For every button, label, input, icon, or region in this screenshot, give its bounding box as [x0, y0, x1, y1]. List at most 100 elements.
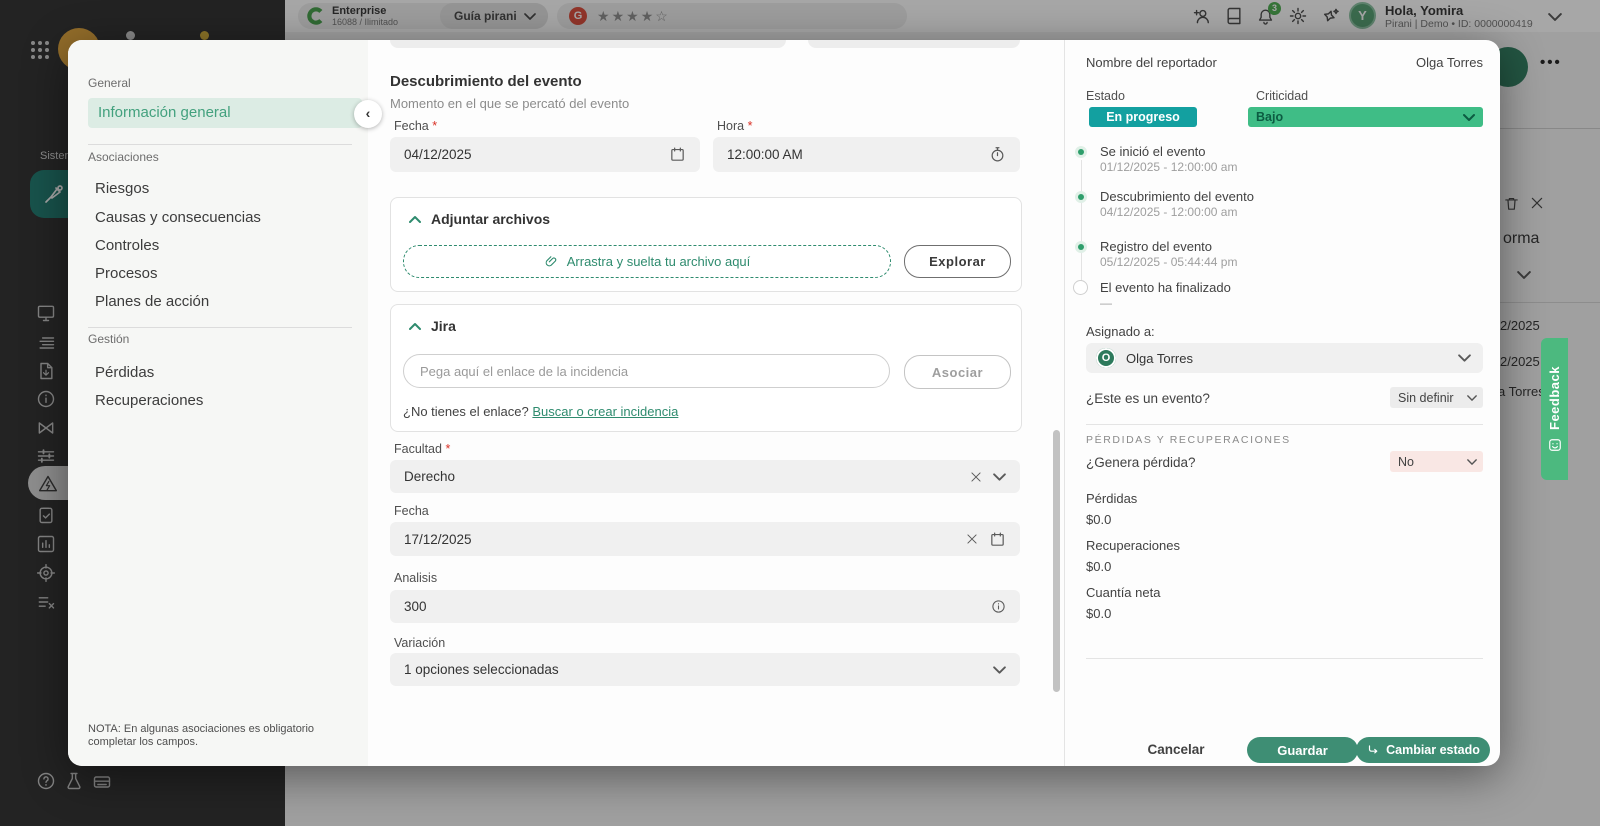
timeline-date: 05/12/2025 - 05:44:44 pm	[1100, 255, 1237, 269]
asignado-select[interactable]: O Olga Torres	[1086, 343, 1483, 373]
timeline-dot-pending	[1073, 280, 1088, 295]
jira-placeholder: Pega aquí el enlace de la incidencia	[420, 364, 628, 379]
genera-label: ¿Genera pérdida?	[1086, 455, 1196, 470]
chevron-down-icon	[1467, 394, 1477, 402]
variacion-select[interactable]: 1 opciones seleccionadas	[390, 653, 1020, 686]
timeline-line	[1081, 160, 1082, 285]
asignado-value: Olga Torres	[1126, 351, 1448, 366]
jira-title: Jira	[431, 318, 456, 334]
timeline-date: 04/12/2025 - 12:00:00 am	[1100, 205, 1237, 219]
nav-item-informacion-general[interactable]: Información general	[88, 98, 362, 128]
jira-help-link[interactable]: Buscar o crear incidencia	[532, 404, 678, 419]
collapse-section-icon[interactable]	[409, 322, 421, 331]
chevron-down-icon[interactable]	[993, 472, 1006, 482]
explorar-button[interactable]: Explorar	[904, 245, 1011, 278]
hora-input[interactable]: 12:00:00 AM	[713, 137, 1020, 172]
chevron-down-icon	[1463, 113, 1475, 122]
change-state-label: Cambiar estado	[1386, 743, 1480, 757]
recuperaciones-label: Recuperaciones	[1086, 538, 1180, 553]
estado-badge: En progreso	[1089, 107, 1197, 127]
hora-value: 12:00:00 AM	[727, 147, 979, 162]
nav-asociaciones-label: Asociaciones	[88, 150, 159, 164]
file-dropzone[interactable]: Arrastra y suelta tu archivo aquí	[403, 245, 891, 278]
assignee-avatar: O	[1096, 348, 1116, 368]
calendar-icon[interactable]	[989, 531, 1006, 548]
smiley-icon	[1548, 438, 1562, 452]
nav-item-riesgos[interactable]: Riesgos	[95, 180, 149, 197]
perdidas-value: $0.0	[1086, 512, 1111, 527]
es-evento-select[interactable]: Sin definir	[1390, 387, 1483, 408]
criticidad-label: Criticidad	[1256, 89, 1308, 103]
info-icon	[991, 599, 1006, 614]
timeline-dot-done	[1075, 146, 1087, 158]
hora-label: Hora *	[717, 119, 752, 133]
timeline-dot-done	[1075, 241, 1087, 253]
fecha-input[interactable]: 04/12/2025	[390, 137, 700, 172]
clear-icon[interactable]	[969, 470, 983, 484]
perdidas-section-header: PÉRDIDAS Y RECUPERACIONES	[1086, 434, 1291, 446]
panel-divider	[1064, 40, 1065, 766]
collapse-nav-button[interactable]: ‹	[354, 100, 382, 128]
scrollbar[interactable]	[1053, 430, 1060, 692]
nav-item-perdidas[interactable]: Pérdidas	[95, 364, 154, 381]
cancel-button[interactable]: Cancelar	[1131, 742, 1221, 757]
nav-item-recuperaciones[interactable]: Recuperaciones	[95, 392, 203, 409]
recuperaciones-value: $0.0	[1086, 559, 1111, 574]
feedback-tab[interactable]: Feedback	[1541, 338, 1568, 480]
variacion-label: Variación	[394, 636, 445, 650]
jira-help-text: ¿No tienes el enlace?	[403, 404, 529, 419]
nav-item-causas[interactable]: Causas y consecuencias	[95, 209, 261, 226]
chevron-down-icon	[1458, 353, 1471, 363]
jira-card: Jira Pega aquí el enlace de la incidenci…	[390, 304, 1022, 432]
timeline-dot-done	[1075, 191, 1087, 203]
criticidad-value: Bajo	[1256, 110, 1463, 124]
facultad-label: Facultad *	[394, 442, 450, 456]
section-subtitle: Momento en el que se percató del evento	[390, 96, 629, 111]
cuantia-label: Cuantía neta	[1086, 585, 1160, 600]
cuantia-value: $0.0	[1086, 606, 1111, 621]
fecha-label: Fecha *	[394, 119, 437, 133]
timeline-title: El evento ha finalizado	[1100, 280, 1231, 295]
stopwatch-icon[interactable]	[989, 146, 1006, 163]
es-evento-value: Sin definir	[1398, 391, 1467, 405]
fecha2-input[interactable]: 17/12/2025	[390, 522, 1020, 556]
facultad-value: Derecho	[404, 469, 959, 484]
analisis-input[interactable]: 300	[390, 590, 1020, 623]
clear-icon[interactable]	[965, 532, 979, 546]
timeline-title: Se inició el evento	[1100, 144, 1206, 159]
jira-link-input[interactable]: Pega aquí el enlace de la incidencia	[403, 354, 890, 388]
timeline-date: 01/12/2025 - 12:00:00 am	[1100, 160, 1237, 174]
chevron-down-icon[interactable]	[993, 665, 1006, 675]
fecha-value: 04/12/2025	[404, 147, 659, 162]
asignado-label: Asignado a:	[1086, 324, 1155, 339]
timeline-title: Registro del evento	[1100, 239, 1212, 254]
genera-select[interactable]: No	[1390, 451, 1483, 472]
nav-item-controles[interactable]: Controles	[95, 237, 159, 254]
genera-value: No	[1398, 455, 1467, 469]
analisis-value: 300	[404, 599, 981, 614]
section-title: Descubrimiento del evento	[390, 73, 582, 90]
redirect-arrow-icon	[1366, 743, 1380, 757]
calendar-icon[interactable]	[669, 146, 686, 163]
criticidad-select[interactable]: Bajo	[1248, 107, 1483, 127]
nav-item-planes[interactable]: Planes de acción	[95, 293, 209, 310]
perdidas-label: Pérdidas	[1086, 491, 1137, 506]
attach-title: Adjuntar archivos	[431, 211, 550, 227]
facultad-select[interactable]: Derecho	[390, 460, 1020, 493]
reporter-label: Nombre del reportador	[1086, 55, 1217, 70]
nav-item-procesos[interactable]: Procesos	[95, 265, 158, 282]
change-state-button[interactable]: Cambiar estado	[1356, 737, 1490, 763]
paperclip-icon	[544, 254, 559, 269]
timeline-title: Descubrimiento del evento	[1100, 189, 1254, 204]
attach-card: Adjuntar archivos Arrastra y suelta tu a…	[390, 197, 1022, 292]
form-top-stub	[390, 40, 786, 48]
save-button[interactable]: Guardar	[1247, 737, 1358, 763]
estado-label: Estado	[1086, 89, 1125, 103]
chevron-down-icon	[1467, 458, 1477, 466]
reporter-value: Olga Torres	[1283, 55, 1483, 70]
nav-general-label: General	[88, 76, 131, 90]
form-top-stub	[808, 40, 1020, 48]
nav-gestion-label: Gestión	[88, 332, 129, 346]
asociar-button[interactable]: Asociar	[904, 355, 1011, 389]
collapse-section-icon[interactable]	[409, 215, 421, 224]
